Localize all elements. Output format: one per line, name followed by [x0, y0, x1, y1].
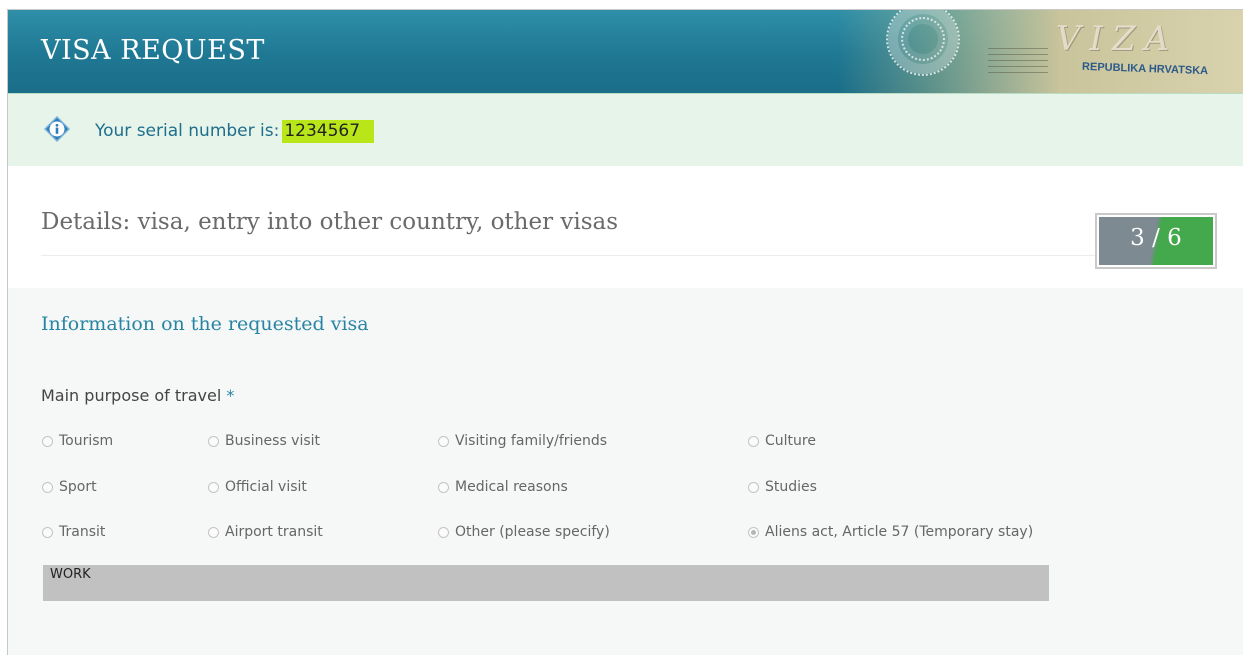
purpose-option[interactable]: Sport [42, 479, 97, 495]
purpose-option-label: Other (please specify) [455, 524, 610, 540]
visa-word: VIZA [1056, 19, 1179, 59]
step-indicator: 3 / 6 [1095, 213, 1217, 269]
step-counter: 3 / 6 [1130, 225, 1182, 251]
radio-button[interactable] [208, 435, 219, 447]
purpose-option-label: Studies [765, 479, 817, 495]
purpose-option-label: Culture [765, 433, 816, 449]
purpose-option-label: Transit [59, 524, 106, 540]
visa-form-window: VISA REQUEST VIZA REPUBLIKA HRVATSKA You… [7, 9, 1243, 655]
radio-button[interactable] [208, 481, 219, 493]
purpose-option-label: Airport transit [225, 524, 323, 540]
purpose-option[interactable]: Studies [748, 479, 817, 495]
radio-button[interactable] [438, 481, 449, 493]
serial-number-value: 1234567 [282, 120, 375, 143]
purpose-option[interactable]: Medical reasons [438, 479, 568, 495]
visa-country-text: REPUBLIKA HRVATSKA [1081, 60, 1209, 78]
info-bar: Your serial number is: 1234567 [8, 93, 1243, 167]
purpose-option[interactable]: Airport transit [208, 524, 323, 540]
page-title: VISA REQUEST [41, 35, 265, 66]
purpose-field-label: Main purpose of travel * [41, 386, 234, 405]
radio-button[interactable] [438, 526, 449, 538]
heading-divider [41, 255, 1116, 256]
purpose-option[interactable]: Culture [748, 433, 816, 449]
purpose-option[interactable]: Official visit [208, 479, 307, 495]
radio-button-checked[interactable] [748, 526, 759, 538]
details-heading: Details: visa, entry into other country,… [41, 209, 619, 235]
visa-text-lines [988, 48, 1048, 78]
radio-button[interactable] [208, 526, 219, 538]
radio-button[interactable] [748, 435, 759, 447]
serial-number-message: Your serial number is: 1234567 [95, 120, 375, 143]
section-heading: Information on the requested visa [41, 313, 369, 335]
page-header: VISA REQUEST VIZA REPUBLIKA HRVATSKA [8, 10, 1243, 93]
purpose-option-label: Business visit [225, 433, 321, 449]
purpose-option[interactable]: Other (please specify) [438, 524, 610, 540]
serial-number-label: Your serial number is: [95, 121, 280, 141]
purpose-option-label: Sport [59, 479, 97, 495]
radio-button[interactable] [438, 435, 449, 447]
purpose-option-label: Tourism [59, 433, 114, 449]
radio-button[interactable] [42, 435, 53, 447]
purpose-option-selected[interactable]: Aliens act, Article 57 (Temporary stay) [748, 524, 1033, 540]
radio-button[interactable] [748, 481, 759, 493]
purpose-specify-field[interactable]: WORK [43, 565, 1049, 601]
rosette-inner-ornament [901, 17, 945, 61]
purpose-option[interactable]: Visiting family/friends [438, 433, 607, 449]
purpose-option-label: Medical reasons [455, 479, 568, 495]
visa-stamp-image: VIZA REPUBLIKA HRVATSKA [838, 10, 1243, 93]
details-panel: Details: visa, entry into other country,… [8, 166, 1243, 288]
purpose-option[interactable]: Tourism [42, 433, 113, 449]
radio-button[interactable] [42, 526, 53, 538]
required-marker: * [226, 386, 235, 405]
info-icon [44, 116, 70, 142]
purpose-option[interactable]: Business visit [208, 433, 320, 449]
purpose-option-label: Visiting family/friends [455, 433, 608, 449]
purpose-option-label: Aliens act, Article 57 (Temporary stay) [765, 524, 1034, 540]
radio-button[interactable] [42, 481, 53, 493]
purpose-option-label: Official visit [225, 479, 307, 495]
purpose-label-text: Main purpose of travel [41, 386, 222, 405]
purpose-option[interactable]: Transit [42, 524, 105, 540]
